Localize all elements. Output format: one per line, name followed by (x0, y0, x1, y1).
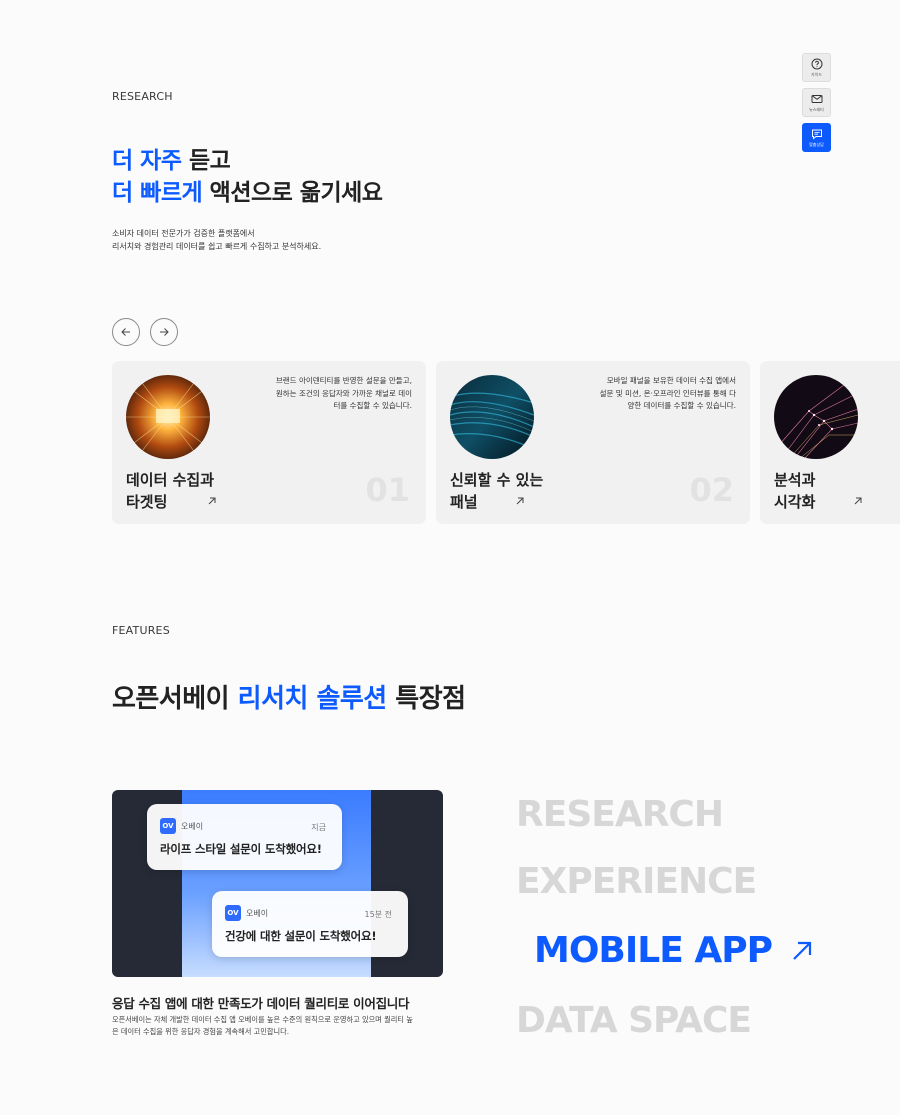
feature-tab-research[interactable]: RESEARCH (516, 794, 724, 835)
card-title-line: 시각화 (774, 493, 816, 511)
card-text-line: 원하는 조건의 응답자와 가까운 채널로 데이 (275, 388, 412, 398)
research-eyebrow: RESEARCH (112, 90, 173, 103)
solution-card-2[interactable]: 모바일 패널을 보유한 데이터 수집 앱에서 설문 및 미션, 온·오프라인 인… (436, 361, 750, 524)
arrow-up-right-icon (854, 497, 862, 505)
notification-header: OV 오베이 (160, 818, 203, 834)
guide-button[interactable]: 가이드 (802, 53, 831, 82)
chat-icon (811, 129, 822, 140)
consult-label: 맞춤상담 (809, 141, 824, 147)
card-text-line: 양한 데이터를 수집할 수 있습니다. (627, 401, 736, 410)
research-description: 소비자 데이터 전문가가 검증한 플랫폼에서 리서치와 경험관리 데이터를 쉽고… (112, 227, 321, 253)
desc-line: 리서치와 경험관리 데이터를 쉽고 빠르게 수집하고 분석하세요. (112, 242, 322, 251)
notification-app-name: 오베이 (246, 908, 269, 918)
notification-time: 지금 (311, 823, 326, 832)
feature-desc-line: 은 데이터 수집을 위한 응답자 경험을 계속해서 고민합니다. (112, 1027, 289, 1036)
card-text-line: 설문 및 미션, 온·오프라인 인터뷰를 통해 다 (599, 388, 736, 398)
feature-tab-mobile-app[interactable]: MOBILE APP (534, 930, 814, 971)
feature-description: 오픈서베이는 자체 개발한 데이터 수집 앱 오베이를 높은 수준의 원칙으로 … (112, 1014, 452, 1038)
card-text-line: 브랜드 아이덴티티를 반영한 설문을 만들고, (275, 376, 412, 385)
heading-rest: 듣고 (181, 148, 231, 174)
card-title-line: 데이터 수집과 (126, 471, 215, 489)
arrow-left-icon (121, 328, 130, 336)
desc-line: 소비자 데이터 전문가가 검증한 플랫폼에서 (112, 229, 255, 238)
card-title-line: 타겟팅 (126, 493, 168, 511)
card-text-line: 모바일 패널을 보유한 데이터 수집 앱에서 (606, 376, 736, 385)
heading-accent: 더 빠르게 (112, 180, 203, 206)
features-heading: 오픈서베이 리서치 솔루션 특장점 (112, 683, 466, 715)
solution-card-1[interactable]: 브랜드 아이덴티티를 반영한 설문을 만들고, 원하는 조건의 응답자와 가까운… (112, 361, 426, 524)
card-image-feathers (450, 375, 534, 459)
card-number: 01 (365, 471, 410, 509)
feature-title: 응답 수집 앱에 대한 만족도가 데이터 퀄리티로 이어집니다 (112, 996, 410, 1011)
app-logo-icon: OV (160, 818, 176, 834)
notification-time: 15분 전 (364, 910, 392, 919)
card-description: 브랜드 아이덴티티를 반영한 설문을 만들고, 원하는 조건의 응답자와 가까운… (262, 375, 412, 413)
card-image-tunnel (126, 375, 210, 459)
card-title: 신뢰할 수 있는 패널 (450, 469, 543, 513)
heading-accent: 리서치 솔루션 (237, 684, 388, 714)
feature-tab-label: MOBILE APP (534, 930, 773, 971)
notification-card: OV 오베이 15분 전 건강에 대한 설문이 도착했어요! (212, 891, 408, 957)
heading-accent: 더 자주 (112, 148, 182, 174)
heading-text: 특장점 (386, 684, 466, 714)
card-title: 데이터 수집과 타겟팅 (126, 469, 214, 513)
carousel-next-button[interactable] (150, 318, 178, 346)
card-title: 분석과 시각화 (774, 469, 815, 513)
card-title-line: 신뢰할 수 있는 (450, 471, 544, 489)
card-title-line: 패널 (450, 493, 478, 511)
notification-app-name: 오베이 (181, 821, 204, 831)
mobile-app-mockup: OV 오베이 지금 라이프 스타일 설문이 도착했어요! OV 오베이 15분 … (112, 790, 443, 977)
card-text-line: 터를 수집할 수 있습니다. (333, 401, 412, 410)
notification-header: OV 오베이 (225, 905, 268, 921)
feature-desc-line: 오픈서베이는 자체 개발한 데이터 수집 앱 오베이를 높은 수준의 원칙으로 … (112, 1015, 413, 1024)
research-heading: 더 자주 듣고 더 빠르게 액션으로 옮기세요 (112, 145, 383, 209)
newsletter-button[interactable]: 뉴스레터 (802, 88, 831, 117)
app-logo-icon: OV (225, 905, 241, 921)
card-title-line: 분석과 (774, 471, 816, 489)
arrow-right-icon (160, 328, 169, 336)
question-icon (811, 58, 822, 69)
solution-card-3[interactable]: 분석과 시각화 (760, 361, 900, 524)
notification-message: 건강에 대한 설문이 도착했어요! (225, 929, 377, 943)
arrow-up-right-icon (793, 941, 812, 960)
mail-icon (811, 94, 822, 103)
carousel-prev-button[interactable] (112, 318, 140, 346)
research-heading-line1: 더 자주 듣고 (112, 145, 382, 177)
feature-tab-experience[interactable]: EXPERIENCE (516, 861, 757, 902)
guide-label: 가이드 (810, 71, 823, 77)
notification-message: 라이프 스타일 설문이 도착했어요! (160, 842, 322, 856)
card-image-network (774, 375, 858, 459)
arrow-up-right-icon (516, 497, 524, 505)
notification-card: OV 오베이 지금 라이프 스타일 설문이 도착했어요! (147, 804, 342, 870)
card-description: 모바일 패널을 보유한 데이터 수집 앱에서 설문 및 미션, 온·오프라인 인… (586, 375, 736, 413)
feature-tab-data-space[interactable]: DATA SPACE (516, 1000, 752, 1041)
heading-text: 오픈서베이 (112, 684, 238, 714)
consult-button[interactable]: 맞춤상담 (802, 123, 831, 152)
features-eyebrow: FEATURES (112, 624, 170, 637)
research-heading-line2: 더 빠르게 액션으로 옮기세요 (112, 177, 383, 209)
newsletter-label: 뉴스레터 (809, 106, 824, 112)
arrow-up-right-icon (208, 497, 216, 505)
heading-rest: 액션으로 옮기세요 (202, 180, 383, 206)
card-number: 02 (689, 471, 734, 509)
